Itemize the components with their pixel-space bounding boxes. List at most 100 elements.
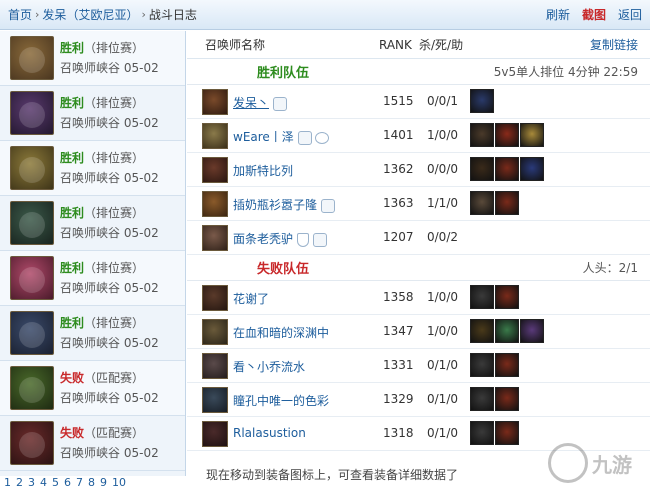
hand-icon[interactable] [297,130,312,145]
summoner-name[interactable]: 面条老秃驴 [233,230,328,247]
match-map-date: 召唤师峡谷 05-02 [60,333,159,353]
match-result-line: 胜利（排位赛） [60,38,159,58]
champion-avatar [202,421,228,447]
page-link[interactable]: 8 [88,476,95,489]
match-list-item[interactable]: 胜利（排位赛） 召唤师峡谷 05-02 [0,306,185,361]
hand-icon[interactable] [273,96,288,111]
item-icon[interactable] [470,285,494,309]
match-map-date: 召唤师峡谷 05-02 [60,388,159,408]
item-icon[interactable] [520,319,544,343]
player-kda: 1/0/0 [427,290,458,304]
item-slots [470,387,519,411]
item-icon[interactable] [520,123,544,147]
breadcrumb-current: 战斗日志 [148,8,197,22]
match-summary: 5v5单人排位 4分钟 22:59 [493,65,638,79]
hand-icon[interactable] [321,198,336,213]
player-row[interactable]: 在血和暗的深渊中 1347 1/0/0 [187,315,650,349]
match-mode: （排位赛） [84,41,145,55]
lose-team-header: 失败队伍 人头：2/1 [187,255,650,281]
player-row[interactable]: 瞳孔中唯一的色彩 1329 0/1/0 [187,383,650,417]
item-icon[interactable] [495,191,519,215]
copy-link-button[interactable]: 复制链接 [590,36,638,53]
match-list-item[interactable]: 胜利（排位赛） 召唤师峡谷 05-02 [0,31,185,86]
player-row[interactable]: 花谢了 1358 1/0/0 [187,281,650,315]
player-row[interactable]: 面条老秃驴 1207 0/0/2 [187,221,650,255]
breadcrumb-home[interactable]: 首页 [8,6,32,23]
watermark-icon [548,443,588,483]
item-icon[interactable] [495,353,519,377]
match-list-item[interactable]: 失败（匹配赛） 召唤师峡谷 05-02 [0,361,185,416]
summoner-name[interactable]: 插奶瓶衫嚣子隆 [233,196,336,213]
player-rank: 1362 [383,162,414,176]
refresh-button[interactable]: 刷新 [546,6,570,23]
match-mode: （匹配赛） [84,371,145,385]
player-row[interactable]: 发呆丶 1515 0/0/1 [187,85,650,119]
summoner-name[interactable]: 瞳孔中唯一的色彩 [233,392,329,409]
page-link[interactable]: 2 [16,476,23,489]
match-date: 05-02 [123,116,159,130]
match-map: 召唤师峡谷 [60,116,121,130]
page-link[interactable]: 9 [100,476,107,489]
page-link[interactable]: 3 [28,476,35,489]
page-link[interactable]: 6 [64,476,71,489]
item-icon[interactable] [495,123,519,147]
player-kda: 0/0/1 [427,94,458,108]
page-link[interactable]: 1 [4,476,11,489]
champion-portrait [10,366,54,410]
item-slots [470,191,519,215]
top-navigation-bar: 首页 › 发呆 （艾欧尼亚） › 战斗日志 刷新 截图 返回 [0,0,650,30]
match-map-date: 召唤师峡谷 05-02 [60,58,159,78]
item-icon[interactable] [470,421,494,445]
item-icon[interactable] [495,285,519,309]
match-list-item[interactable]: 胜利（排位赛） 召唤师峡谷 05-02 [0,196,185,251]
match-result: 胜利 [60,96,85,110]
item-icon[interactable] [470,387,494,411]
back-button[interactable]: 返回 [618,6,642,23]
item-icon[interactable] [495,387,519,411]
item-icon[interactable] [470,191,494,215]
page-link[interactable]: 5 [52,476,59,489]
summoner-name[interactable]: 加斯特比列 [233,162,293,179]
player-row[interactable]: 加斯特比列 1362 0/0/0 [187,153,650,187]
match-result: 胜利 [60,41,85,55]
breadcrumb-player[interactable]: 发呆 [42,6,66,23]
summoner-name[interactable]: 发呆丶 [233,94,288,111]
champion-avatar [202,285,228,311]
item-icon[interactable] [470,319,494,343]
item-icon[interactable] [495,157,519,181]
win-team-title: 胜利队伍 [257,66,310,81]
item-icon[interactable] [470,157,494,181]
item-icon[interactable] [495,421,519,445]
summoner-name[interactable]: Rlalasustion [233,426,306,440]
screenshot-button[interactable]: 截图 [582,6,606,23]
item-icon[interactable] [470,353,494,377]
player-row[interactable]: 看丶小乔流水 1331 0/1/0 [187,349,650,383]
breadcrumb-server[interactable]: （艾欧尼亚） [66,6,138,23]
item-icon[interactable] [470,123,494,147]
player-row[interactable]: 插奶瓶衫嚣子隆 1363 1/1/0 [187,187,650,221]
match-list-item[interactable]: 失败（匹配赛） 召唤师峡谷 05-02 [0,416,185,471]
summoner-name-text: 发呆丶 [233,96,270,110]
hand-icon[interactable] [313,232,328,247]
page-link[interactable]: 10 [112,476,126,489]
match-list-item[interactable]: 胜利（排位赛） 召唤师峡谷 05-02 [0,86,185,141]
summoner-name[interactable]: wEare丨泽 [233,128,329,145]
match-list-item[interactable]: 胜利（排位赛） 召唤师峡谷 05-02 [0,141,185,196]
match-result: 胜利 [60,261,85,275]
player-kda: 0/1/0 [427,358,458,372]
summoner-name-text: 插奶瓶衫嚣子隆 [233,198,318,212]
page-link[interactable]: 4 [40,476,47,489]
summoner-name[interactable]: 看丶小乔流水 [233,358,305,375]
chat-bubble-icon[interactable] [314,131,329,144]
shield-icon[interactable] [297,232,310,247]
summoner-name[interactable]: 在血和暗的深渊中 [233,324,329,341]
match-map-date: 召唤师峡谷 05-02 [60,168,159,188]
item-icon[interactable] [470,89,494,113]
summoner-name[interactable]: 花谢了 [233,290,269,307]
player-rank: 1329 [383,392,414,406]
player-row[interactable]: wEare丨泽 1401 1/0/0 [187,119,650,153]
match-list-item[interactable]: 胜利（排位赛） 召唤师峡谷 05-02 [0,251,185,306]
page-link[interactable]: 7 [76,476,83,489]
item-icon[interactable] [520,157,544,181]
item-icon[interactable] [495,319,519,343]
